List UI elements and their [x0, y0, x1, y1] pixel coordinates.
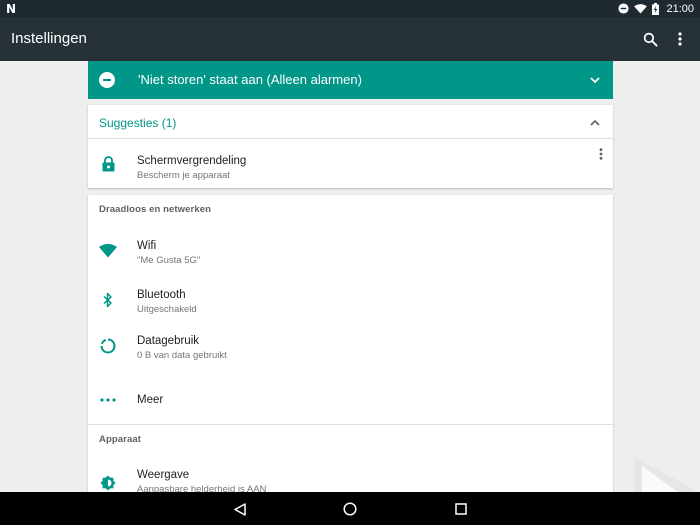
suggestions-title: Suggesties (1) [99, 116, 177, 130]
lock-icon [99, 155, 117, 173]
display-title: Weergave [137, 469, 190, 481]
bluetooth-icon [99, 291, 117, 309]
dnd-banner[interactable]: 'Niet storen' staat aan (Alleen alarmen) [88, 61, 613, 99]
suggestion-item-screen-lock[interactable]: Schermvergrendeling Bescherm je apparaat [88, 143, 613, 189]
wifi-subtitle: "Me Gusta 5G" [137, 255, 201, 266]
recents-icon [455, 503, 467, 515]
battery-charging-icon [652, 2, 660, 15]
search-button[interactable] [638, 27, 662, 51]
wifi-title: Wifi [137, 240, 157, 252]
wifi-icon [99, 242, 117, 260]
dnd-banner-text: 'Niet storen' staat aan (Alleen alarmen) [138, 72, 362, 87]
search-icon [643, 32, 658, 47]
bluetooth-title: Bluetooth [137, 289, 186, 301]
play-watermark-icon [634, 456, 698, 492]
brightness-icon [99, 474, 117, 492]
settings-item-display[interactable]: Weergave Aanpasbare helderheid is AAN [88, 457, 613, 492]
section-title-device: Apparaat [99, 434, 141, 445]
app-toolbar: Instellingen [0, 17, 700, 61]
recents-button[interactable] [452, 500, 470, 518]
settings-list: Draadloos en netwerken Wifi "Me Gusta 5G… [88, 195, 613, 492]
page-title: Instellingen [11, 30, 87, 47]
suggestions-header[interactable]: Suggesties (1) [88, 105, 613, 139]
bluetooth-subtitle: Uitgeschakeld [137, 304, 197, 315]
settings-item-wifi[interactable]: Wifi "Me Gusta 5G" [88, 227, 613, 273]
section-title-wireless: Draadloos en netwerken [99, 204, 212, 215]
wifi-status-icon [634, 3, 648, 14]
overflow-menu-button[interactable] [668, 27, 692, 51]
home-button[interactable] [341, 500, 359, 518]
dnd-status-icon [618, 3, 630, 14]
back-icon [234, 502, 246, 516]
more-vert-icon [678, 32, 682, 46]
display-subtitle: Aanpasbare helderheid is AAN [137, 484, 267, 492]
chevron-down-icon[interactable] [589, 73, 601, 91]
more-horiz-icon [99, 391, 117, 409]
status-bar: N 21:00 [0, 0, 700, 17]
settings-item-more[interactable]: Meer [88, 377, 613, 423]
notification-n-icon: N [6, 2, 17, 16]
chevron-up-icon[interactable] [589, 116, 601, 134]
suggestions-card: Suggesties (1) Schermvergrendeling Besch… [88, 105, 613, 188]
navigation-bar [0, 492, 700, 525]
section-divider [88, 424, 613, 425]
do-not-disturb-icon [99, 72, 115, 88]
data-usage-icon [99, 337, 117, 355]
settings-item-bluetooth[interactable]: Bluetooth Uitgeschakeld [88, 277, 613, 323]
settings-content[interactable]: 'Niet storen' staat aan (Alleen alarmen)… [0, 61, 700, 492]
settings-item-data-usage[interactable]: Datagebruik 0 B van data gebruikt [88, 322, 613, 368]
suggestion-subtitle: Bescherm je apparaat [137, 170, 230, 181]
clock: 21:00 [666, 2, 694, 15]
data-usage-subtitle: 0 B van data gebruikt [137, 350, 227, 361]
suggestion-title: Schermvergrendeling [137, 155, 247, 167]
data-usage-title: Datagebruik [137, 335, 200, 347]
back-button[interactable] [231, 500, 249, 518]
status-icons: 21:00 [618, 1, 694, 16]
home-icon [343, 502, 357, 516]
more-title: Meer [137, 394, 164, 406]
suggestion-more-vert-icon[interactable] [599, 147, 603, 165]
